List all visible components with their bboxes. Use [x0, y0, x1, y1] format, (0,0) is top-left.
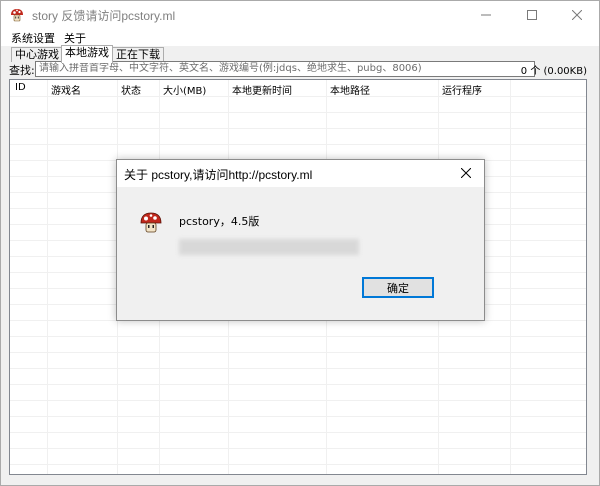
row-divider: [10, 96, 586, 97]
row-divider: [10, 400, 586, 401]
row-divider: [10, 128, 586, 129]
about-dialog: 关于 pcstory,请访问http://pcstory.ml pcstory，…: [116, 159, 485, 321]
dialog-footer: 确定: [117, 269, 484, 320]
column-header-name[interactable]: 游戏名: [51, 82, 81, 97]
redacted-text: [179, 239, 359, 255]
dialog-title: 关于 pcstory,请访问http://pcstory.ml: [124, 168, 313, 182]
ok-button[interactable]: 确定: [362, 277, 434, 298]
row-divider: [10, 368, 586, 369]
column-header-status[interactable]: 状态: [121, 82, 141, 97]
column-header-update-time[interactable]: 本地更新时间: [232, 82, 292, 97]
column-header-size[interactable]: 大小(MB): [163, 82, 206, 97]
menu-item-settings[interactable]: 系统设置: [11, 30, 55, 46]
column-header-executable[interactable]: 运行程序: [442, 82, 482, 97]
row-divider: [10, 112, 586, 113]
mushroom-icon: [140, 212, 162, 233]
column-header-local-path[interactable]: 本地路径: [330, 82, 370, 97]
window-title: story 反馈请访问pcstory.ml: [32, 9, 176, 23]
app-mushroom-icon: [11, 9, 23, 22]
minimize-button[interactable]: [463, 1, 508, 29]
search-label: 查找:: [9, 64, 35, 77]
dialog-version-text: pcstory，4.5版: [179, 215, 260, 228]
tab-center-games[interactable]: 中心游戏: [11, 47, 63, 62]
tab-downloading[interactable]: 正在下载: [112, 47, 164, 62]
menu-bar: 系统设置 关于: [1, 29, 599, 46]
dialog-title-bar[interactable]: 关于 pcstory,请访问http://pcstory.ml: [117, 160, 484, 187]
row-divider: [10, 448, 586, 449]
result-count: 0 个 (0.00KB): [520, 66, 587, 77]
column-headers: ID 游戏名 状态 大小(MB) 本地更新时间 本地路径 运行程序: [10, 80, 586, 97]
row-divider: [10, 352, 586, 353]
close-icon: [571, 10, 582, 20]
row-divider: [10, 432, 586, 433]
row-divider: [10, 416, 586, 417]
close-button[interactable]: [554, 1, 599, 29]
row-divider: [10, 464, 586, 465]
column-divider: [47, 80, 48, 474]
row-divider: [10, 384, 586, 385]
close-icon: [461, 168, 471, 178]
row-divider: [10, 336, 586, 337]
row-divider: [10, 144, 586, 145]
search-input[interactable]: 请输入拼音首字母、中文字符、英文名、游戏编号(例:jdqs、绝地求生、pubg、…: [35, 61, 535, 77]
tab-local-games[interactable]: 本地游戏: [61, 45, 113, 63]
maximize-button[interactable]: [509, 1, 554, 29]
maximize-icon: [526, 10, 537, 20]
dialog-close-button[interactable]: [454, 162, 478, 184]
column-header-id[interactable]: ID: [15, 82, 26, 93]
column-divider: [510, 80, 511, 474]
dialog-body: [117, 187, 484, 269]
minimize-icon: [480, 14, 491, 16]
title-bar[interactable]: story 反馈请访问pcstory.ml: [1, 1, 599, 29]
menu-item-about[interactable]: 关于: [64, 30, 86, 46]
